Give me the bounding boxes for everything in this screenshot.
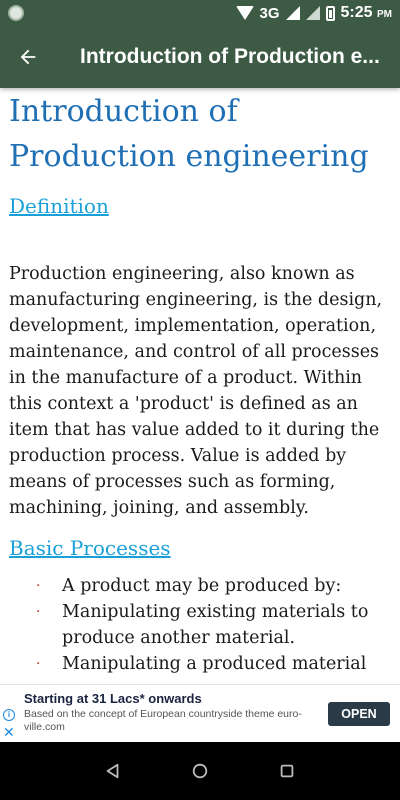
network-type: 3G <box>259 4 280 22</box>
battery-icon <box>325 5 335 21</box>
list-item-text: Manipulating a produced material <box>62 654 367 674</box>
app-bar: Introduction of Production e... <box>0 26 400 88</box>
ad-banner[interactable]: i ✕ Starting at 31 Lacs* onwards Based o… <box>0 684 400 742</box>
definition-link[interactable]: Definition <box>9 193 109 219</box>
status-left <box>8 5 24 21</box>
status-time: 5:25 PM <box>341 4 392 22</box>
basic-processes-link[interactable]: Basic Processes <box>9 535 171 561</box>
status-time-ampm: PM <box>377 9 392 20</box>
ad-title: Starting at 31 Lacs* onwards <box>24 691 202 706</box>
triangle-back-icon <box>107 763 119 779</box>
bullet-marker: · <box>36 578 41 594</box>
list-item: · Manipulating existing materials to pro… <box>9 599 391 651</box>
wifi-icon <box>235 6 254 20</box>
app-bar-title: Introduction of Production e... <box>80 45 380 68</box>
list-item: · A product may be produced by: <box>9 573 391 599</box>
bullet-marker: · <box>36 656 41 672</box>
process-list: · A product may be produced by: · Manipu… <box>9 573 391 677</box>
article-content[interactable]: Introduction of Production engineering D… <box>0 88 400 684</box>
nav-home-button[interactable] <box>180 751 220 791</box>
bullet-marker: · <box>36 604 41 620</box>
definition-paragraph: Production engineering, also known as ma… <box>9 264 383 518</box>
ad-info-icon[interactable]: i <box>3 709 15 721</box>
list-item-text: A product may be produced by: <box>62 576 342 596</box>
nav-back-button[interactable] <box>93 751 133 791</box>
page-title: Introduction of Production engineering <box>9 94 369 174</box>
square-recents-icon <box>280 764 293 778</box>
circle-home-icon <box>192 763 208 779</box>
status-time-value: 5:25 <box>340 4 373 21</box>
ad-close-icon[interactable]: ✕ <box>3 725 15 739</box>
system-nav-bar <box>0 742 400 800</box>
arrow-left-icon <box>20 49 36 65</box>
notification-icon <box>8 5 24 21</box>
list-item: · Manipulating a produced material <box>9 651 391 677</box>
list-item-text: Manipulating existing materials to produ… <box>62 602 369 648</box>
status-bar: 3G 5:25 PM <box>0 0 400 26</box>
status-right: 3G 5:25 PM <box>235 4 392 22</box>
signal-icon <box>285 6 300 20</box>
back-button[interactable] <box>0 26 56 88</box>
ad-description: Based on the concept of European country… <box>24 708 302 733</box>
signal-secondary-icon <box>305 6 320 20</box>
nav-recents-button[interactable] <box>267 751 307 791</box>
ad-open-button[interactable]: OPEN <box>328 702 390 726</box>
